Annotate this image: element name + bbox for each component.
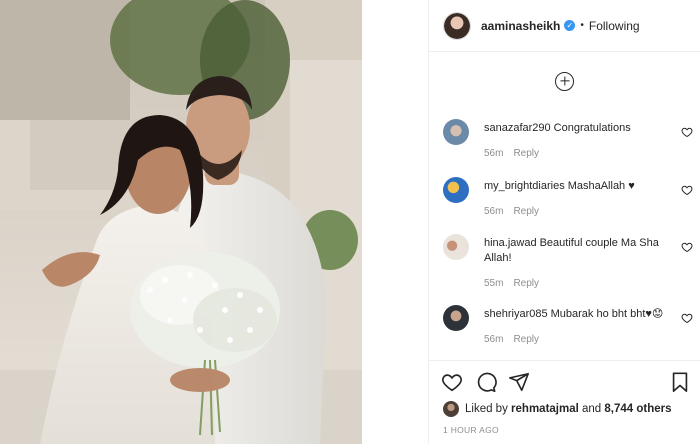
author-username[interactable]: aaminasheikh — [481, 19, 560, 33]
comment-username[interactable]: my_brightdiaries — [484, 180, 565, 192]
heart-icon[interactable] — [681, 312, 693, 324]
comment-age: 55m — [484, 278, 504, 289]
comment-item: hina.jawad Beautiful couple Ma Sha Allah!… — [443, 234, 693, 294]
comment-age: 56m — [484, 334, 504, 345]
reply-button[interactable]: Reply — [513, 334, 539, 345]
post-side-panel: aaminasheikh ✓ • Following sanazafar290 C… — [428, 0, 700, 444]
likes-count[interactable]: 8,744 others — [604, 403, 671, 415]
liker-avatar[interactable] — [443, 401, 459, 417]
comment-bubble-icon[interactable] — [475, 371, 497, 393]
comment-body: sanazafar290 Congratulations 56m Reply — [484, 121, 669, 161]
action-bar — [441, 371, 691, 395]
comment-username[interactable]: hina.jawad — [484, 237, 537, 249]
post-photo[interactable] — [0, 0, 362, 444]
commenter-avatar[interactable] — [443, 119, 469, 145]
post-header: aaminasheikh ✓ • Following — [429, 0, 700, 52]
commenter-avatar[interactable] — [443, 234, 469, 260]
comment-age: 56m — [484, 206, 504, 217]
comment-age: 56m — [484, 148, 504, 159]
comment-body: shehriyar085 Mubarak ho bht bht♥😟 56m Repl… — [484, 307, 669, 347]
likes-connector: and — [582, 403, 602, 415]
comment-meta: 56m Reply — [484, 204, 669, 219]
heart-icon[interactable] — [681, 184, 693, 196]
comment-text: MashaAllah ♥ — [567, 180, 635, 192]
commenter-avatar[interactable] — [443, 305, 469, 331]
comment-meta: 56m Reply — [484, 146, 669, 161]
post-timestamp[interactable]: 1 HOUR AGO — [443, 425, 499, 435]
comment-meta: 56m Reply — [484, 332, 669, 347]
header-separator: • — [580, 20, 584, 31]
comment-meta: 55m Reply — [484, 276, 669, 291]
likes-prefix: Liked by — [465, 403, 508, 415]
author-avatar-image — [444, 12, 470, 39]
post-photo-illustration — [0, 0, 362, 444]
comment-text: Mubarak ho bht bht♥😟 — [550, 308, 664, 320]
heart-icon[interactable] — [681, 126, 693, 138]
reply-button[interactable]: Reply — [513, 206, 539, 217]
comment-username[interactable]: sanazafar290 — [484, 122, 551, 134]
liker-username[interactable]: rehmatajmal — [511, 403, 579, 415]
comment-text: Congratulations — [553, 122, 631, 134]
following-button[interactable]: Following — [589, 19, 640, 33]
comment-item: sanazafar290 Congratulations 56m Reply — [443, 119, 693, 169]
plus-circle-icon[interactable] — [555, 71, 574, 91]
share-paper-plane-icon[interactable] — [508, 371, 530, 393]
comment-body: hina.jawad Beautiful couple Ma Sha Allah!… — [484, 236, 669, 291]
reply-button[interactable]: Reply — [513, 148, 539, 159]
comment-item: shehriyar085 Mubarak ho bht bht♥😟 56m Repl… — [443, 305, 693, 365]
bookmark-icon[interactable] — [669, 371, 691, 393]
comment-body: my_brightdiaries MashaAllah ♥ 56m Reply — [484, 179, 669, 219]
comment-username[interactable]: shehriyar085 — [484, 308, 548, 320]
comment-item: my_brightdiaries MashaAllah ♥ 56m Reply — [443, 177, 693, 227]
reply-button[interactable]: Reply — [513, 278, 539, 289]
commenter-avatar[interactable] — [443, 177, 469, 203]
verified-badge-icon: ✓ — [564, 20, 576, 31]
like-heart-icon[interactable] — [441, 371, 463, 393]
heart-icon[interactable] — [681, 241, 693, 253]
likes-summary: Liked by rehmatajmal and 8,744 others — [443, 401, 672, 417]
author-avatar[interactable] — [443, 11, 471, 40]
post-footer: Liked by rehmatajmal and 8,744 others 1 … — [429, 360, 700, 444]
load-more-comments[interactable] — [429, 52, 700, 110]
